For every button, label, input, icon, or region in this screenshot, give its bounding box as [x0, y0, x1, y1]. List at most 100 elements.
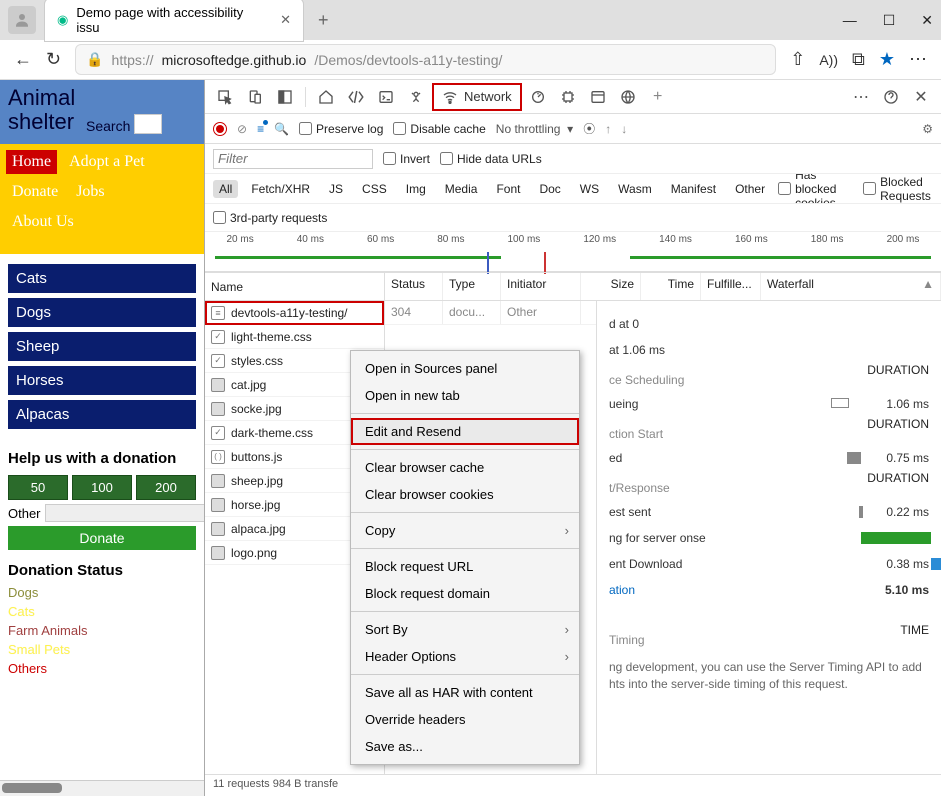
nav-home[interactable]: Home [6, 150, 57, 174]
network-tab[interactable]: Network [432, 83, 522, 111]
category-item[interactable]: Horses [8, 366, 196, 395]
filter-js[interactable]: JS [323, 180, 349, 198]
category-item[interactable]: Dogs [8, 298, 196, 327]
back-button[interactable]: ← [14, 49, 32, 70]
dock-icon[interactable] [271, 83, 299, 111]
throttling-select[interactable]: No throttling ▾ [496, 122, 573, 136]
filter-all[interactable]: All [213, 180, 238, 198]
column-initiator-header[interactable]: Initiator [501, 273, 581, 300]
minimize-button[interactable]: — [843, 12, 857, 29]
context-menu-item[interactable]: Block request domain [351, 580, 579, 607]
context-menu-item[interactable]: Header Options› [351, 643, 579, 670]
filter-img[interactable]: Img [400, 180, 432, 198]
context-menu-item[interactable]: Clear browser cookies [351, 481, 579, 508]
read-aloud-icon[interactable]: A)) [819, 52, 838, 68]
filter-font[interactable]: Font [490, 180, 526, 198]
export-har-icon[interactable]: ↓ [621, 122, 627, 136]
search-icon[interactable]: 🔍 [274, 122, 289, 136]
performance-tab-icon[interactable] [524, 83, 552, 111]
column-time-header[interactable]: Time [641, 273, 701, 300]
search-input[interactable] [134, 114, 162, 134]
filter-fetch[interactable]: Fetch/XHR [245, 180, 316, 198]
filter-manifest[interactable]: Manifest [665, 180, 722, 198]
add-tab-icon[interactable]: + [644, 83, 672, 111]
browser-tab[interactable]: ◉ Demo page with accessibility issu ✕ [44, 0, 304, 42]
clear-button[interactable]: ⊘ [237, 122, 247, 136]
context-menu-item[interactable]: Block request URL [351, 553, 579, 580]
filter-toggle-icon[interactable]: ≡ [257, 122, 264, 136]
column-size-header[interactable]: Size [581, 273, 641, 300]
nav-about[interactable]: About Us [6, 210, 80, 234]
welcome-tab-icon[interactable] [312, 83, 340, 111]
elements-tab-icon[interactable] [342, 83, 370, 111]
favorite-icon[interactable]: ★ [879, 49, 895, 70]
context-menu-item[interactable]: Clear browser cache [351, 454, 579, 481]
third-party-checkbox[interactable]: 3rd-party requests [213, 211, 327, 225]
record-button[interactable] [213, 122, 227, 136]
maximize-button[interactable]: ☐ [883, 12, 896, 29]
hide-data-urls-checkbox[interactable]: Hide data URLs [440, 152, 542, 166]
online-icon[interactable]: ⦿ [583, 120, 595, 137]
timeline-overview[interactable]: 20 ms 40 ms 60 ms 80 ms 100 ms 120 ms 14… [205, 232, 941, 272]
category-item[interactable]: Cats [8, 264, 196, 293]
request-row[interactable]: ✓light-theme.css [205, 325, 384, 349]
share-icon[interactable]: ⇧ [790, 49, 805, 70]
context-menu-item[interactable]: Save all as HAR with content [351, 679, 579, 706]
donation-amount[interactable]: 200 [136, 475, 196, 500]
profile-icon[interactable] [8, 6, 36, 34]
devtools-close-icon[interactable]: ✕ [907, 83, 935, 111]
context-menu-item[interactable]: Open in Sources panel [351, 355, 579, 382]
filter-doc[interactable]: Doc [533, 180, 566, 198]
donate-button[interactable]: Donate [8, 526, 196, 550]
category-item[interactable]: Sheep [8, 332, 196, 361]
context-menu-item[interactable]: Edit and Resend [351, 418, 579, 445]
filter-ws[interactable]: WS [574, 180, 605, 198]
filter-input[interactable] [213, 149, 373, 169]
donation-amount[interactable]: 100 [72, 475, 132, 500]
close-window-button[interactable]: ✕ [921, 12, 933, 29]
column-waterfall-header[interactable]: Waterfall▲ [761, 273, 941, 300]
donation-amount[interactable]: 50 [8, 475, 68, 500]
url-input[interactable]: 🔒 https://microsoftedge.github.io/Demos/… [75, 44, 776, 75]
inspect-icon[interactable] [211, 83, 239, 111]
context-menu-item[interactable]: Sort By› [351, 616, 579, 643]
help-icon[interactable] [877, 83, 905, 111]
category-item[interactable]: Alpacas [8, 400, 196, 429]
nav-donate[interactable]: Donate [6, 180, 64, 204]
filter-wasm[interactable]: Wasm [612, 180, 658, 198]
devtools-more-icon[interactable]: ⋯ [847, 83, 875, 111]
import-har-icon[interactable]: ↑ [605, 122, 611, 136]
application-tab-icon[interactable] [584, 83, 612, 111]
context-menu-item[interactable]: Save as... [351, 733, 579, 760]
context-menu-item[interactable]: Override headers [351, 706, 579, 733]
preserve-log-checkbox[interactable]: Preserve log [299, 122, 383, 136]
refresh-button[interactable]: ↻ [46, 49, 61, 70]
more-icon[interactable]: ⋯ [909, 49, 927, 70]
console-tab-icon[interactable] [372, 83, 400, 111]
column-fulfilled-header[interactable]: Fulfille... [701, 273, 761, 300]
filter-media[interactable]: Media [439, 180, 484, 198]
page-horizontal-scrollbar[interactable] [0, 780, 204, 796]
sources-tab-icon[interactable] [402, 83, 430, 111]
column-name-header[interactable]: Name [205, 273, 384, 301]
request-row[interactable]: ≡devtools-a11y-testing/ [205, 301, 384, 325]
context-menu-item[interactable]: Open in new tab [351, 382, 579, 409]
filter-css[interactable]: CSS [356, 180, 393, 198]
blocked-requests-checkbox[interactable]: Blocked Requests [863, 175, 933, 203]
device-icon[interactable] [241, 83, 269, 111]
network-conditions-icon[interactable] [614, 83, 642, 111]
donation-other-input[interactable] [45, 504, 204, 522]
context-menu-item[interactable]: Copy› [351, 517, 579, 544]
explanation-link[interactable]: ation [609, 583, 771, 597]
collections-icon[interactable]: ⧉ [852, 49, 865, 70]
settings-icon[interactable]: ⚙ [922, 122, 933, 136]
new-tab-button[interactable]: + [312, 10, 335, 31]
disable-cache-checkbox[interactable]: Disable cache [393, 122, 485, 136]
memory-tab-icon[interactable] [554, 83, 582, 111]
invert-checkbox[interactable]: Invert [383, 152, 430, 166]
blocked-cookies-checkbox[interactable]: Has blocked cookies [778, 174, 856, 204]
column-status-header[interactable]: Status [385, 273, 443, 300]
tab-close-icon[interactable]: ✕ [280, 12, 291, 28]
column-type-header[interactable]: Type [443, 273, 501, 300]
filter-other[interactable]: Other [729, 180, 771, 198]
